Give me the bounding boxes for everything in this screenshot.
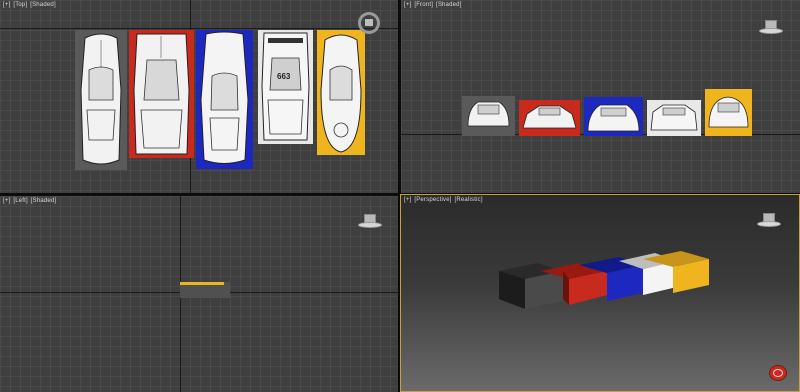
car-plate-race-top[interactable]: 663 bbox=[258, 30, 313, 144]
viewport-view-label[interactable]: [Front] bbox=[414, 2, 433, 8]
car-plate-beetle-top[interactable] bbox=[317, 30, 365, 155]
car-plate-race-front[interactable] bbox=[647, 100, 701, 136]
car-plate-beetle-front[interactable] bbox=[705, 89, 752, 136]
viewport-shading-label[interactable]: [Shaded] bbox=[436, 2, 462, 8]
viewport-front[interactable]: [+] [Front] [Shaded] bbox=[401, 0, 800, 193]
car-plate-blue-top[interactable] bbox=[196, 30, 253, 169]
car-top-countach-drawing bbox=[133, 33, 190, 155]
car-front-countach-drawing bbox=[522, 105, 577, 129]
navigation-cube-icon[interactable] bbox=[358, 12, 380, 34]
viewport-label-left[interactable]: [+] [Left] [Shaded] bbox=[3, 198, 57, 204]
car-front-beetle-drawing bbox=[708, 96, 749, 128]
viewport-menu-plus[interactable]: [+] bbox=[404, 2, 411, 8]
viewport-label-top[interactable]: [+] [Top] [Shaded] bbox=[3, 2, 57, 8]
car-top-porsche-drawing bbox=[80, 33, 122, 165]
navigation-cube-icon[interactable] bbox=[759, 20, 783, 34]
car-top-blue-drawing bbox=[200, 31, 249, 164]
viewport-menu-plus[interactable]: [+] bbox=[3, 198, 10, 204]
car-front-porsche-drawing bbox=[467, 101, 510, 127]
race-number-label: 663 bbox=[277, 72, 291, 81]
car-plate-countach-front[interactable] bbox=[519, 100, 580, 136]
viewport-view-label[interactable]: [Left] bbox=[13, 198, 28, 204]
car-plate-countach-top[interactable] bbox=[129, 30, 194, 158]
car-top-beetle-drawing bbox=[320, 34, 362, 153]
viewport-shading-label[interactable]: [Shaded] bbox=[31, 198, 57, 204]
viewport-view-label[interactable]: [Top] bbox=[13, 2, 27, 8]
car-plate-porsche-front[interactable] bbox=[462, 96, 515, 136]
steering-wheel-icon[interactable] bbox=[769, 365, 787, 381]
viewport-top[interactable]: [+] [Top] [Shaded] 663 ᵧ bbox=[0, 0, 398, 193]
car-plate-porsche-top[interactable] bbox=[75, 30, 127, 170]
axis-gizmo-icon: ᵧ bbox=[6, 168, 8, 174]
car-front-blue-drawing bbox=[587, 104, 640, 132]
perspective-scene bbox=[499, 251, 709, 309]
viewport-shading-label[interactable]: [Shaded] bbox=[30, 2, 56, 8]
world-axis-x bbox=[0, 28, 398, 29]
plates-side-view[interactable] bbox=[180, 282, 230, 298]
viewport-label-front[interactable]: [+] [Front] [Shaded] bbox=[404, 2, 463, 8]
axis-gizmo-icon: ᵧ bbox=[407, 357, 409, 363]
viewport-menu-plus[interactable]: [+] bbox=[3, 2, 10, 8]
navigation-cube-icon[interactable] bbox=[358, 214, 382, 228]
car-front-race-drawing bbox=[650, 104, 698, 131]
viewport-left[interactable]: [+] [Left] [Shaded] bbox=[0, 196, 398, 392]
car-top-race-drawing bbox=[261, 32, 310, 141]
beetle-plate-edge bbox=[180, 282, 224, 285]
viewport-perspective[interactable]: [+] [Perspective] [Realistic] ᵧ bbox=[400, 194, 800, 392]
car-plate-blue-front[interactable] bbox=[584, 97, 643, 136]
